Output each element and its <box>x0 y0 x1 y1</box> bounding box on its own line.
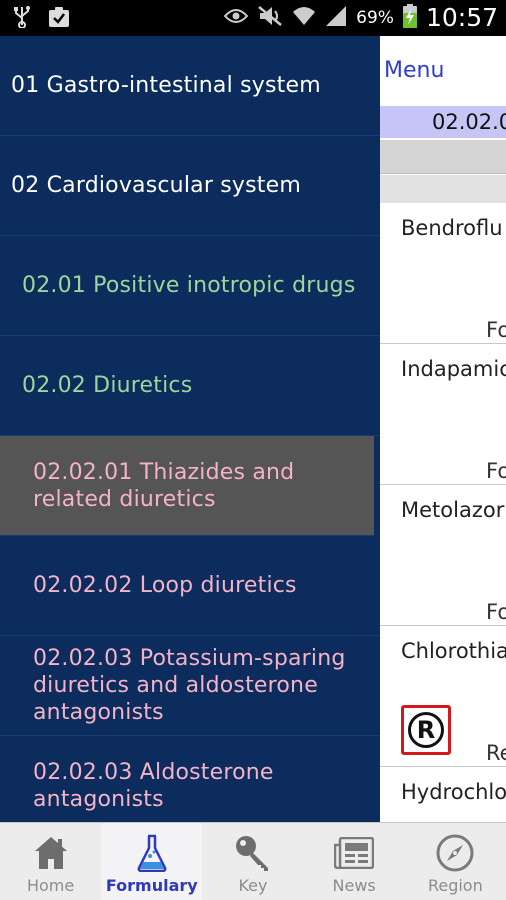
usb-icon <box>14 6 30 32</box>
battery-percent: 69% <box>356 7 394 28</box>
clock: 10:57 <box>425 3 498 32</box>
drawer-item-thiazides[interactable]: 02.02.01 Thiazides and related diuretics <box>0 436 374 536</box>
section-header: 02.02.0 <box>380 106 506 138</box>
drawer-item-cardiovascular[interactable]: 02 Cardiovascular system <box>0 136 380 236</box>
tab-region[interactable]: Region <box>405 823 506 900</box>
tab-label: News <box>332 876 376 895</box>
bottom-tab-bar: Home Formulary Key News Region <box>0 822 506 900</box>
tab-label: Formulary <box>105 876 198 895</box>
mute-icon <box>257 5 283 31</box>
home-icon <box>34 833 68 873</box>
status-bar: 69% 10:57 <box>0 0 506 36</box>
drug-name: Indapamic <box>401 357 506 381</box>
formulary-content: Menu 02.02.0 Bendroflu Fo Indapamic Fo M… <box>380 36 506 822</box>
compass-icon <box>436 833 474 873</box>
drug-status: Fo <box>486 600 506 624</box>
tab-formulary[interactable]: Formulary <box>101 823 203 900</box>
clipboard-check-icon <box>48 6 70 32</box>
newspaper-icon <box>334 833 375 873</box>
drawer-item-loop-diuretics[interactable]: 02.02.02 Loop diuretics <box>0 536 380 636</box>
drug-status: Fo <box>486 318 506 342</box>
tab-key[interactable]: Key <box>202 823 303 900</box>
flask-icon <box>137 833 167 873</box>
drawer-item-positive-inotropic[interactable]: 02.01 Positive inotropic drugs <box>0 236 380 336</box>
restricted-icon: R <box>401 705 451 755</box>
drug-name: Chlorothia <box>401 639 506 663</box>
drug-row[interactable]: Indapamic Fo <box>380 345 506 485</box>
drug-row[interactable]: Bendroflu Fo <box>380 204 506 344</box>
drug-name: Bendroflu <box>401 216 503 240</box>
app-root: 69% 10:57 Menu 02.02.0 Bendroflu Fo Inda… <box>0 0 506 900</box>
drug-name: Hydrochlo <box>401 780 506 804</box>
drawer-item-label: 02.02.02 Loop diuretics <box>33 573 297 598</box>
tab-label: Key <box>238 876 268 895</box>
drug-status: Re <box>486 741 506 765</box>
drawer-item-label: 02.02.03 Aldosterone antagonists <box>33 759 274 812</box>
eye-icon <box>223 8 249 28</box>
drawer-item-label: 02.02.03 Potassium-sparing diuretics and… <box>33 646 346 725</box>
drawer-item-label: 01 Gastro-intestinal system <box>11 73 321 98</box>
tab-label: Home <box>26 876 75 895</box>
tab-news[interactable]: News <box>304 823 405 900</box>
drawer-item-diuretics[interactable]: 02.02 Diuretics <box>0 336 380 436</box>
drawer-item-label: 02.02 Diuretics <box>22 373 193 398</box>
drug-row[interactable]: Chlorothia R Re <box>380 627 506 767</box>
drawer-item-label: 02.02.01 Thiazides and related diuretics <box>33 459 295 512</box>
signal-icon <box>325 5 347 31</box>
drawer-item-aldosterone-antagonists[interactable]: 02.02.03 Aldosterone antagonists <box>0 736 380 822</box>
drawer-item-label: 02.01 Positive inotropic drugs <box>22 273 356 298</box>
subheader-band <box>380 175 506 203</box>
drawer-item-gastro-intestinal[interactable]: 01 Gastro-intestinal system <box>0 36 380 136</box>
drug-status: Fo <box>486 459 506 483</box>
key-icon <box>234 833 272 873</box>
restricted-badge: R <box>408 712 444 748</box>
tab-label: Region <box>427 876 483 895</box>
header-band <box>380 140 506 174</box>
tab-home[interactable]: Home <box>0 823 101 900</box>
drawer-item-label: 02 Cardiovascular system <box>11 173 301 198</box>
navigation-drawer: 01 Gastro-intestinal system 02 Cardiovas… <box>0 36 380 822</box>
drawer-item-potassium-sparing[interactable]: 02.02.03 Potassium-sparing diuretics and… <box>0 636 380 736</box>
battery-charging-icon <box>402 3 417 32</box>
wifi-icon <box>292 5 316 31</box>
drug-name: Metolazor <box>401 498 505 522</box>
drug-row[interactable]: Hydrochlo <box>380 768 506 822</box>
section-code: 02.02.0 <box>432 110 506 134</box>
drug-row[interactable]: Metolazor Fo <box>380 486 506 626</box>
menu-link[interactable]: Menu <box>384 58 444 83</box>
